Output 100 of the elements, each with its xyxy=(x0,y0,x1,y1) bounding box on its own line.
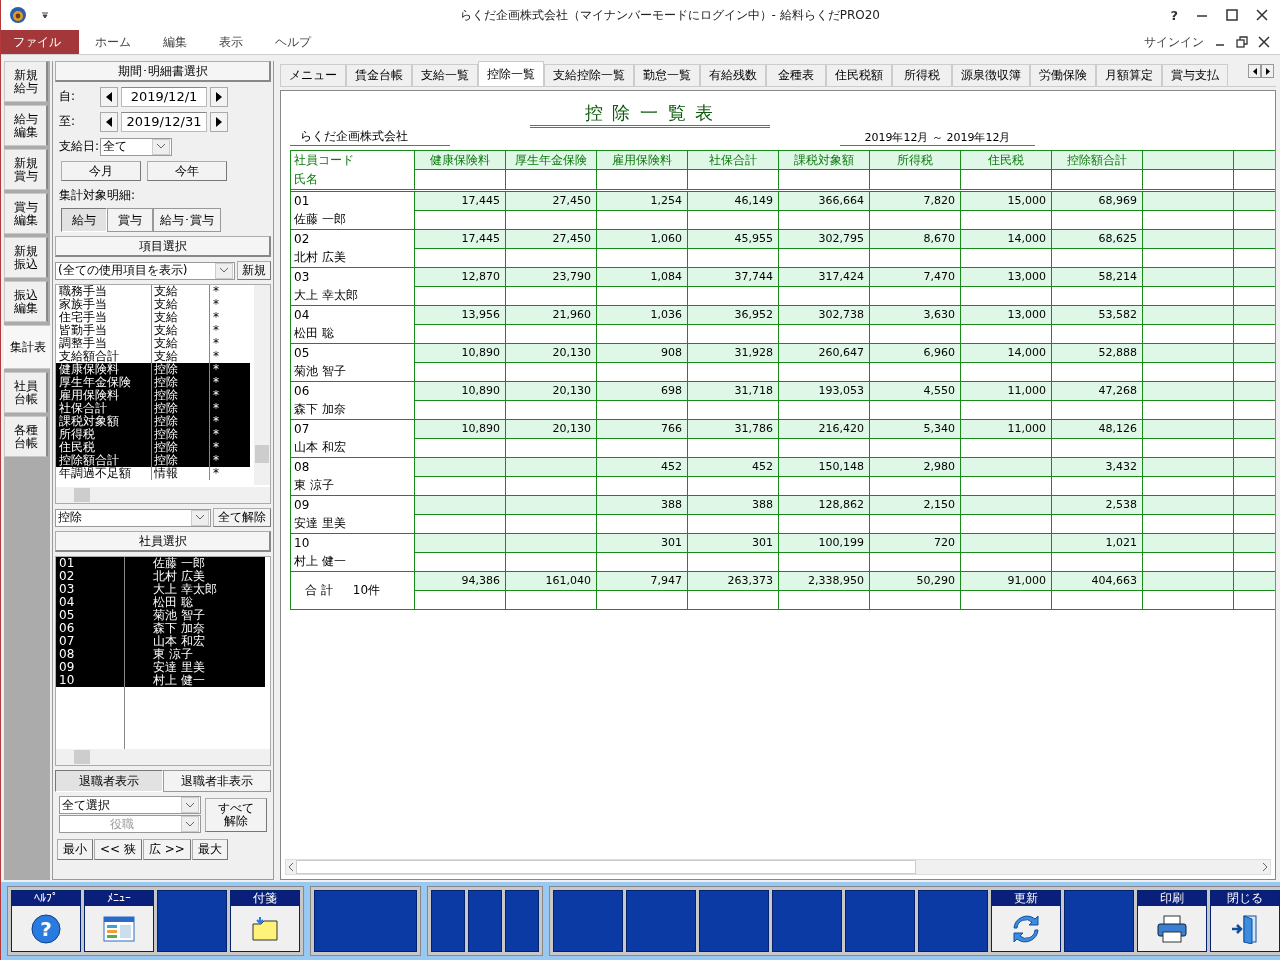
width-button[interactable]: 最大 xyxy=(191,839,228,860)
side-tab[interactable]: 振込編集 xyxy=(4,281,48,322)
employee-row[interactable]: 05 菊池 智子 xyxy=(56,609,265,622)
restore-icon[interactable] xyxy=(1236,36,1248,48)
report-tab[interactable]: 賃金台帳 xyxy=(346,64,412,86)
width-button[interactable]: << 狭 xyxy=(94,839,142,860)
report-tab[interactable]: 支給一覧 xyxy=(412,64,478,86)
report-tab[interactable]: 賞与支払 xyxy=(1162,64,1228,86)
next-button[interactable] xyxy=(210,86,228,107)
scroll-left-button[interactable] xyxy=(1248,64,1261,78)
item-row[interactable]: 年調過不足額 情報 * xyxy=(56,467,250,480)
employee-row[interactable]: 01 佐藤 一郎 xyxy=(56,557,265,570)
section-header-button[interactable]: 期間･明細書選択 xyxy=(55,61,271,82)
item-row[interactable]: 調整手当 支給 * xyxy=(56,337,250,350)
report-tab[interactable]: 勤怠一覧 xyxy=(634,64,700,86)
sign-in-link[interactable]: サインイン xyxy=(1144,33,1204,51)
category-dropdown[interactable]: 控除 xyxy=(55,508,211,527)
toolbar-button[interactable]: ﾒﾆｭｰ xyxy=(84,890,154,952)
section-header-button[interactable]: 項目選択 xyxy=(55,236,271,257)
menu-tab[interactable]: ホーム xyxy=(79,30,147,54)
report-tab[interactable]: 支給控除一覧 xyxy=(544,64,634,86)
item-row[interactable]: 厚生年金保険 控除 * xyxy=(56,376,250,389)
date-field[interactable]: 2019/12/1 xyxy=(121,86,207,107)
employee-row[interactable]: 02 北村 広美 xyxy=(56,570,265,583)
previous-button[interactable] xyxy=(100,86,118,107)
close-icon[interactable] xyxy=(1256,9,1268,21)
report-tab[interactable]: 月額算定 xyxy=(1096,64,1162,86)
report-tab[interactable]: 住民税額 xyxy=(826,64,892,86)
item-filter-dropdown[interactable]: (全ての使用項目を表示) xyxy=(55,261,235,280)
target-toggle[interactable]: 給与･賞与 xyxy=(153,208,221,232)
side-tab[interactable]: 新規振込 xyxy=(4,237,48,278)
toolbar-button[interactable]: 更新 xyxy=(991,890,1061,952)
help-button[interactable]: ? xyxy=(1170,7,1178,23)
menu-tab[interactable]: 表示 xyxy=(203,30,259,54)
side-tab[interactable]: 賞与編集 xyxy=(4,193,48,234)
horizontal-scrollbar[interactable] xyxy=(56,487,270,503)
date-field[interactable]: 2019/12/31 xyxy=(121,111,207,132)
toolbar-button[interactable]: ﾍﾙﾌﾟ ? xyxy=(11,890,81,952)
clear-button[interactable]: 全て解除 xyxy=(213,508,271,527)
item-row[interactable]: 住宅手当 支給 * xyxy=(56,311,250,324)
width-button[interactable]: 広 >> xyxy=(142,839,191,860)
toolbar-button[interactable]: 印刷 xyxy=(1137,890,1207,952)
vertical-scrollbar[interactable] xyxy=(254,285,270,485)
item-row[interactable]: 健康保険料 控除 * xyxy=(56,363,250,376)
target-toggle[interactable]: 給与 xyxy=(61,208,107,232)
previous-button[interactable] xyxy=(100,111,118,132)
menu-tab[interactable]: 編集 xyxy=(147,30,203,54)
item-row[interactable]: 家族手当 支給 * xyxy=(56,298,250,311)
employee-row[interactable]: 10 村上 健一 xyxy=(56,674,265,687)
side-tab[interactable]: 社員台帳 xyxy=(4,372,48,413)
toolbar-button[interactable]: 閉じる xyxy=(1210,890,1280,952)
horizontal-scrollbar[interactable] xyxy=(285,859,1271,875)
employee-row[interactable]: 09 安達 里美 xyxy=(56,661,265,674)
item-row[interactable]: 職務手当 支給 * xyxy=(56,285,250,298)
side-tab[interactable]: 新規賞与 xyxy=(4,149,48,190)
period-button[interactable]: 今年 xyxy=(147,161,227,181)
quick-access-icon[interactable] xyxy=(41,11,49,19)
chevron-right-icon[interactable] xyxy=(1262,863,1267,871)
employee-row[interactable]: 03 大上 幸太郎 xyxy=(56,583,265,596)
item-row[interactable]: 控除額合計 控除 * xyxy=(56,454,250,467)
section-header-button[interactable]: 社員選択 xyxy=(55,531,271,552)
report-tab[interactable]: 所得税 xyxy=(892,64,952,86)
report-tab[interactable]: 有給残数 xyxy=(700,64,766,86)
report-tab[interactable]: 金種表 xyxy=(766,64,826,86)
next-button[interactable] xyxy=(210,111,228,132)
horizontal-scrollbar[interactable] xyxy=(56,749,270,765)
width-button[interactable]: 最小 xyxy=(57,839,93,860)
item-row[interactable]: 社保合計 控除 * xyxy=(56,402,250,415)
side-tab[interactable]: 給与編集 xyxy=(4,105,48,146)
retiree-toggle[interactable]: 退職者表示 xyxy=(55,770,163,792)
maximize-icon[interactable] xyxy=(1226,9,1238,21)
item-row[interactable]: 所得税 控除 * xyxy=(56,428,250,441)
side-tab[interactable]: 集計表 xyxy=(4,325,50,369)
payday-dropdown[interactable]: 全て xyxy=(100,137,172,156)
employee-row[interactable]: 06 森下 加奈 xyxy=(56,622,265,635)
close-icon[interactable] xyxy=(1258,36,1270,48)
chevron-left-icon[interactable] xyxy=(289,863,294,871)
report-tab[interactable]: 労働保険 xyxy=(1030,64,1096,86)
period-button[interactable]: 今月 xyxy=(61,161,141,181)
toolbar-button[interactable]: 付箋 xyxy=(230,890,300,952)
report-tab[interactable]: メニュー xyxy=(280,64,346,86)
item-row[interactable]: 雇用保険料 控除 * xyxy=(56,389,250,402)
menu-tab[interactable]: ヘルプ xyxy=(259,30,327,54)
new-button[interactable]: 新規 xyxy=(237,261,271,280)
item-row[interactable]: 課税対象額 控除 * xyxy=(56,415,250,428)
report-tab[interactable]: 源泉徴収簿 xyxy=(952,64,1030,86)
clear-all-button[interactable]: すべて解除 xyxy=(205,797,267,832)
scroll-right-button[interactable] xyxy=(1261,64,1274,78)
item-row[interactable]: 皆勤手当 支給 * xyxy=(56,324,250,337)
item-row[interactable]: 住民税 控除 * xyxy=(56,441,250,454)
employee-row[interactable]: 04 松田 聡 xyxy=(56,596,265,609)
employee-row[interactable]: 08 東 涼子 xyxy=(56,648,265,661)
retiree-toggle[interactable]: 退職者非表示 xyxy=(163,770,271,792)
employee-row[interactable]: 07 山本 和宏 xyxy=(56,635,265,648)
menu-tab[interactable]: ファイル xyxy=(1,30,79,54)
selection-dropdown[interactable]: 全て選択 xyxy=(59,796,201,814)
target-toggle[interactable]: 賞与 xyxy=(107,208,153,232)
side-tab[interactable]: 新規給与 xyxy=(4,61,48,102)
side-tab[interactable]: 各種台帳 xyxy=(4,416,48,457)
report-tab[interactable]: 控除一覧 xyxy=(478,61,544,86)
